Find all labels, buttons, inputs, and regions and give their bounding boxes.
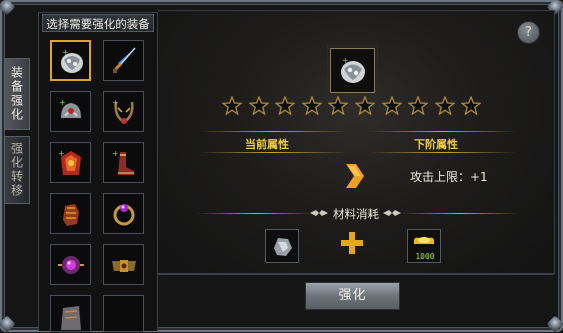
divider <box>368 131 518 132</box>
star-icon <box>275 96 296 115</box>
item-slot-belt[interactable] <box>103 244 144 285</box>
item-slot-necklace[interactable]: + <box>103 91 144 132</box>
gauntlet-icon <box>63 204 79 226</box>
svg-text:+: + <box>112 98 119 107</box>
divider <box>198 131 348 132</box>
selected-item-preview: + <box>327 45 378 96</box>
tab-label: 装备强化 <box>9 66 24 122</box>
item-slot-boots[interactable]: + <box>103 142 144 183</box>
item-panel-title: 选择需要强化的装备 <box>42 14 154 32</box>
star-icon <box>355 96 375 115</box>
enhance-button[interactable]: 强化 <box>305 282 400 310</box>
item-slot-amulet[interactable] <box>50 244 91 285</box>
divider <box>400 213 520 214</box>
robe-icon: + <box>58 149 81 175</box>
helmet-icon: + <box>59 98 81 118</box>
amulet-icon <box>58 256 84 274</box>
material-slot-ore[interactable] <box>265 229 299 263</box>
next-attr-value: 攻击上限：+1 <box>410 170 488 184</box>
current-attr-header: 当前属性 <box>245 138 289 151</box>
svg-text:+: + <box>342 56 349 65</box>
star-icon <box>222 96 242 115</box>
plus-icon <box>341 232 363 254</box>
next-attr-header: 下阶属性 <box>414 138 458 151</box>
ore-icon <box>274 238 292 256</box>
star-icon <box>434 96 455 115</box>
gold-amount: 1000 <box>415 252 435 261</box>
ring-icon <box>113 204 135 226</box>
tab-enhance-transfer[interactable]: 强化转移 <box>4 136 30 204</box>
svg-text:+: + <box>58 149 65 158</box>
star-icon <box>301 96 322 115</box>
svg-text:+: + <box>112 149 119 158</box>
material-slot-gold[interactable]: 1000 <box>407 229 441 263</box>
divider <box>196 213 316 214</box>
item-slot-robe[interactable]: + <box>50 142 91 183</box>
armor-icon: + <box>61 48 83 73</box>
divider <box>198 152 348 153</box>
star-icon <box>408 96 429 115</box>
tab-equipment-enhance[interactable]: 装备强化 <box>4 58 30 130</box>
item-slot-sword[interactable] <box>103 40 144 81</box>
star-icon <box>461 96 482 115</box>
item-slot-bracer[interactable] <box>50 295 91 332</box>
item-slot-empty[interactable] <box>103 295 144 332</box>
divider <box>368 152 518 153</box>
star-icon <box>381 96 402 115</box>
svg-text:+: + <box>59 98 66 107</box>
help-button[interactable]: ? <box>517 21 540 44</box>
item-slot-helmet[interactable]: + <box>50 91 91 132</box>
svg-text:+: + <box>62 48 69 57</box>
belt-icon <box>112 260 136 272</box>
star-icon <box>328 96 349 115</box>
star-icon <box>248 96 269 115</box>
chevron-right-icon <box>346 164 364 188</box>
item-slot-armor[interactable]: + <box>50 40 91 81</box>
necklace-icon: + <box>112 98 134 124</box>
gold-ingot-icon <box>413 237 435 244</box>
item-slot-gauntlet[interactable] <box>50 193 91 234</box>
item-slot-ring[interactable] <box>103 193 144 234</box>
ornament-icon <box>310 210 328 216</box>
divider <box>158 273 554 275</box>
ornament-icon <box>383 210 401 216</box>
bracer-icon <box>61 306 81 330</box>
sword-icon <box>113 47 136 73</box>
boots-icon: + <box>112 149 134 175</box>
tab-label: 强化转移 <box>9 142 24 198</box>
armor-icon: + <box>341 56 365 83</box>
materials-title: 材料消耗 <box>333 207 379 221</box>
